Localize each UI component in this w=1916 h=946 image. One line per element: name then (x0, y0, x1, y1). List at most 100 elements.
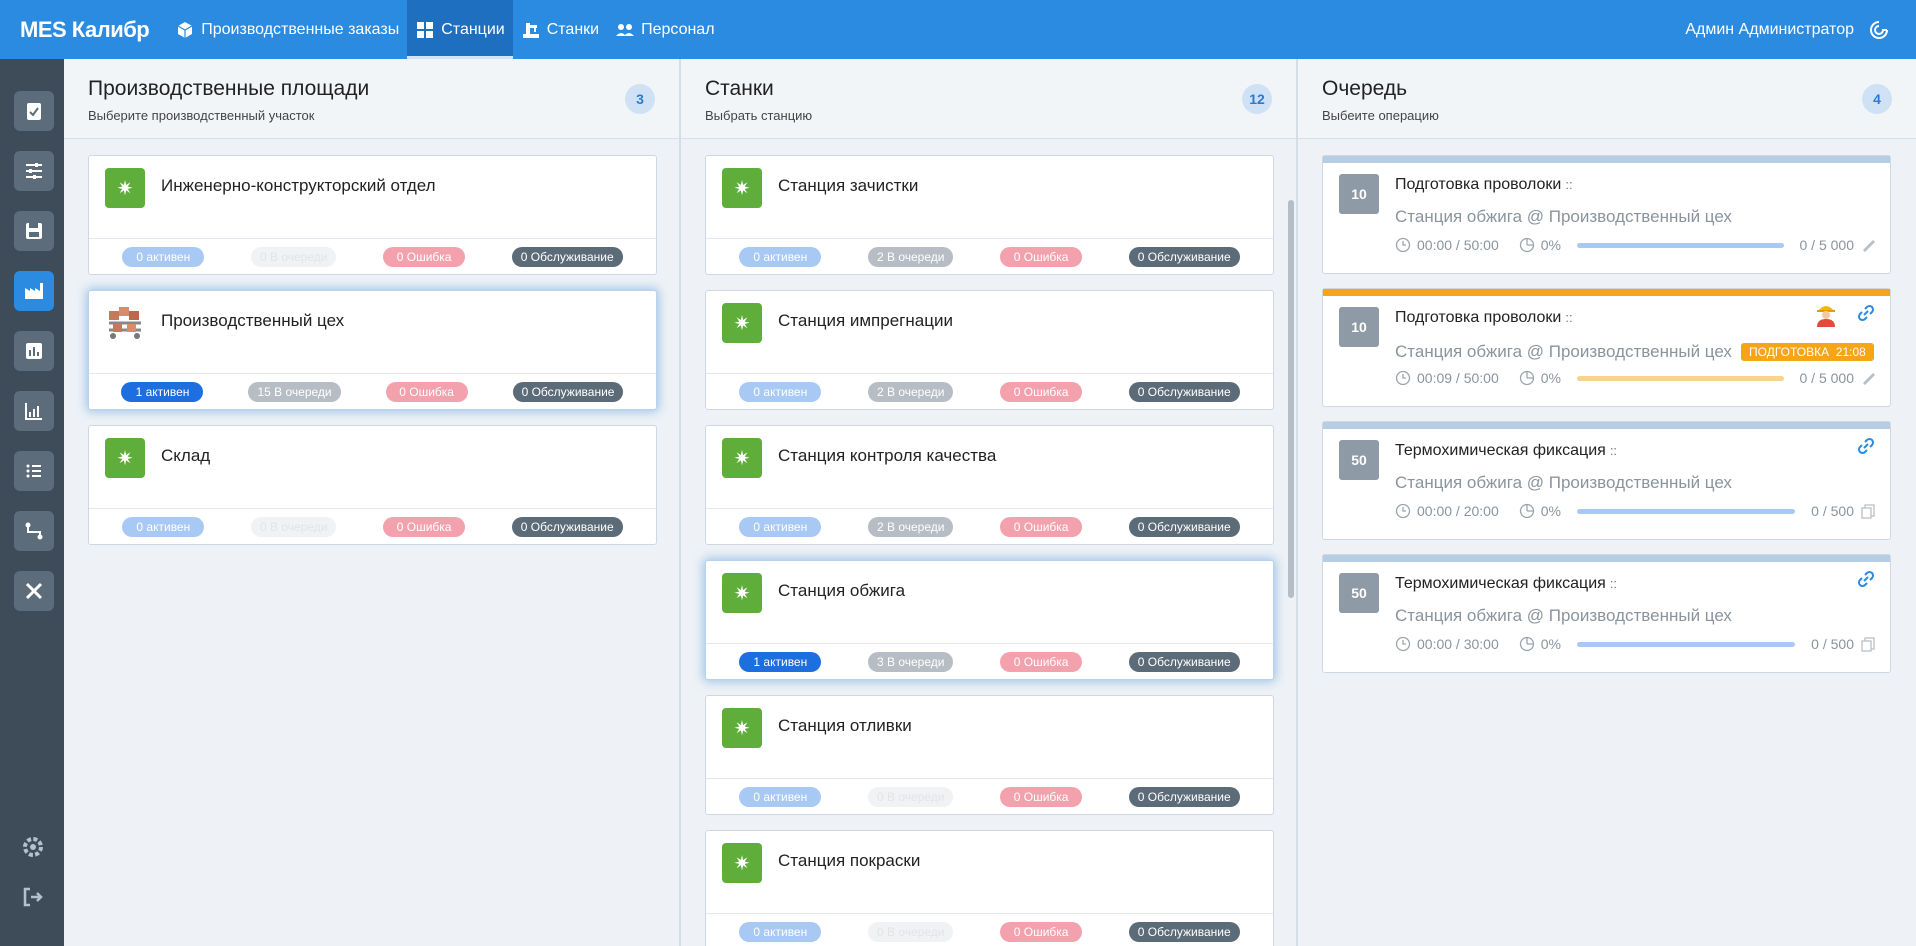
queue-title: Очередь (1322, 77, 1408, 100)
sparkle-icon: ✷ (722, 438, 762, 478)
area-card[interactable]: ✷ Склад 0 активен 0 В очереди 0 Ошибка 0… (88, 425, 657, 545)
status-badge: ПОДГОТОВКА 21:08 (1741, 343, 1874, 361)
queue-item[interactable]: 50 Термохимическая фиксация:: Станция об… (1322, 554, 1891, 673)
operation-qty: 0 / 5 000 (1799, 370, 1855, 386)
active-badge: 0 активен (739, 921, 822, 942)
rail-save-button[interactable] (14, 211, 54, 251)
active-badge: 0 активен (739, 381, 822, 402)
station-name: Станция обжига (778, 581, 906, 600)
operation-location: Станция обжига @ Производственный цех (1395, 473, 1732, 492)
station-card[interactable]: ✷ Станция импрегнации 0 активен 2 В очер… (705, 290, 1274, 410)
areas-subtitle: Выберите производственный участок (88, 108, 315, 123)
queue-header: Очередь Выбеите операцию 4 (1298, 59, 1916, 139)
queue-subtitle: Выбеите операцию (1322, 108, 1439, 123)
pie-icon (1519, 237, 1534, 253)
rail-sliders-button[interactable] (14, 151, 54, 191)
rail-tasks-button[interactable] (14, 91, 54, 131)
area-status-row: 0 активен 0 В очереди 0 Ошибка 0 Обслужи… (89, 238, 656, 274)
service-badge: 0 Обслуживание (1128, 516, 1240, 537)
station-status-row: 0 активен 2 В очереди 0 Ошибка 0 Обслужи… (706, 238, 1273, 274)
operation-name: Подготовка проволоки:: (1395, 309, 1573, 326)
area-card[interactable]: ✷ Инженерно-конструкторский отдел 0 акти… (88, 155, 657, 275)
operation-time: 00:09 / 50:00 (1417, 370, 1499, 386)
queue-badge: 2 В очереди (867, 516, 954, 537)
error-badge: 0 Ошибка (385, 381, 468, 402)
top-bar: MES Калибр Производственные заказы Станц… (0, 0, 1916, 59)
station-card[interactable]: ✷ Станция контроля качества 0 активен 2 … (705, 425, 1274, 545)
service-badge: 0 Обслуживание (511, 516, 623, 537)
station-card[interactable]: ✷ Станция покраски 0 активен 0 В очереди… (705, 830, 1274, 946)
pie-icon (1519, 370, 1534, 386)
queue-item[interactable]: 10 Подготовка проволоки:: Станция обжига… (1322, 155, 1891, 274)
drag-handle-icon[interactable]: :: (1610, 443, 1617, 458)
user-name[interactable]: Админ Администратор (1685, 21, 1854, 39)
stations-count-badge: 12 (1242, 84, 1272, 114)
nav-machines[interactable]: Станки (513, 0, 607, 59)
error-badge: 0 Ошибка (383, 246, 466, 267)
sparkle-icon: ✷ (722, 573, 762, 613)
nav-personnel[interactable]: Персонал (607, 0, 722, 59)
worker-avatar-icon[interactable] (1814, 301, 1838, 327)
rail-list-button[interactable] (14, 451, 54, 491)
queue-item[interactable]: 50 Термохимическая фиксация:: Станция об… (1322, 421, 1891, 540)
drag-handle-icon[interactable]: :: (1565, 177, 1572, 192)
service-badge: 0 Обслуживание (511, 246, 623, 267)
sparkle-icon: ✷ (722, 168, 762, 208)
nav-label: Производственные заказы (201, 20, 400, 38)
queue-badge: 2 В очереди (867, 381, 954, 402)
drag-handle-icon[interactable]: :: (1565, 310, 1572, 325)
grid-icon (417, 21, 434, 38)
areas-title: Производственные площади (88, 77, 370, 100)
nav-production-orders[interactable]: Производственные заказы (167, 0, 407, 59)
station-card[interactable]: ✷ Станция отливки 0 активен 0 В очереди … (705, 695, 1274, 815)
operation-meta: 00:00 / 50:00 0% 0 / 5 000 (1395, 236, 1876, 254)
link-icon[interactable] (1856, 303, 1876, 323)
people-icon (616, 23, 635, 36)
operation-location: Станция обжига @ Производственный цех (1395, 606, 1732, 625)
logo-swirl-icon[interactable] (1868, 19, 1890, 41)
active-badge: 0 активен (122, 516, 205, 537)
station-card[interactable]: ✷ Станция зачистки 0 активен 2 В очереди… (705, 155, 1274, 275)
station-status-row: 1 активен 3 В очереди 0 Ошибка 0 Обслужи… (706, 643, 1273, 679)
rail-analytics-button[interactable] (14, 391, 54, 431)
nav-label: Станки (546, 20, 600, 38)
operation-name: Термохимическая фиксация:: (1395, 442, 1618, 459)
operation-number: 10 (1339, 307, 1379, 347)
ruler-icon (1863, 240, 1875, 252)
areas-count-badge: 3 (625, 84, 655, 114)
gear-icon[interactable] (20, 834, 46, 860)
logout-icon[interactable] (20, 884, 46, 910)
nav-stations[interactable]: Станции (407, 0, 514, 59)
line-chart-icon (25, 403, 42, 420)
area-card-selected[interactable]: Производственный цех 1 активен 15 В очер… (88, 290, 657, 410)
service-badge: 0 Обслуживание (1128, 246, 1240, 267)
error-badge: 0 Ошибка (1000, 381, 1083, 402)
pie-icon (1519, 636, 1534, 652)
operation-number: 10 (1339, 174, 1379, 214)
clock-icon (1395, 370, 1411, 386)
sliders-icon (26, 163, 42, 179)
operation-percent: 0% (1540, 503, 1561, 519)
rail-route-button[interactable] (14, 511, 54, 551)
active-badge: 0 активен (739, 786, 822, 807)
operation-qty: 0 / 500 (1811, 636, 1854, 652)
operation-meta: 00:00 / 20:00 0% 0 / 500 (1395, 502, 1876, 520)
queue-item-active[interactable]: 10 Подготовка проволоки:: Станция обжига… (1322, 288, 1891, 407)
drag-handle-icon[interactable]: :: (1610, 576, 1617, 591)
rail-factory-button[interactable] (14, 271, 54, 311)
stations-scrollbar[interactable] (1288, 200, 1294, 598)
station-card-selected[interactable]: ✷ Станция обжига 1 активен 3 В очереди 0… (705, 560, 1274, 680)
link-icon[interactable] (1856, 569, 1876, 589)
error-badge: 0 Ошибка (1000, 786, 1083, 807)
pie-icon (1519, 503, 1534, 519)
app-brand[interactable]: MES Калибр (0, 17, 167, 43)
operation-progress-bar (1576, 375, 1784, 381)
sparkle-icon: ✷ (722, 843, 762, 883)
clipboard-check-icon (27, 103, 41, 120)
service-badge: 0 Обслуживание (1128, 786, 1240, 807)
stations-subtitle: Выбрать станцию (705, 108, 813, 123)
rail-report-button[interactable] (14, 331, 54, 371)
link-icon[interactable] (1856, 436, 1876, 456)
rail-tools-button[interactable] (14, 571, 54, 611)
nav-label: Станции (441, 20, 505, 38)
